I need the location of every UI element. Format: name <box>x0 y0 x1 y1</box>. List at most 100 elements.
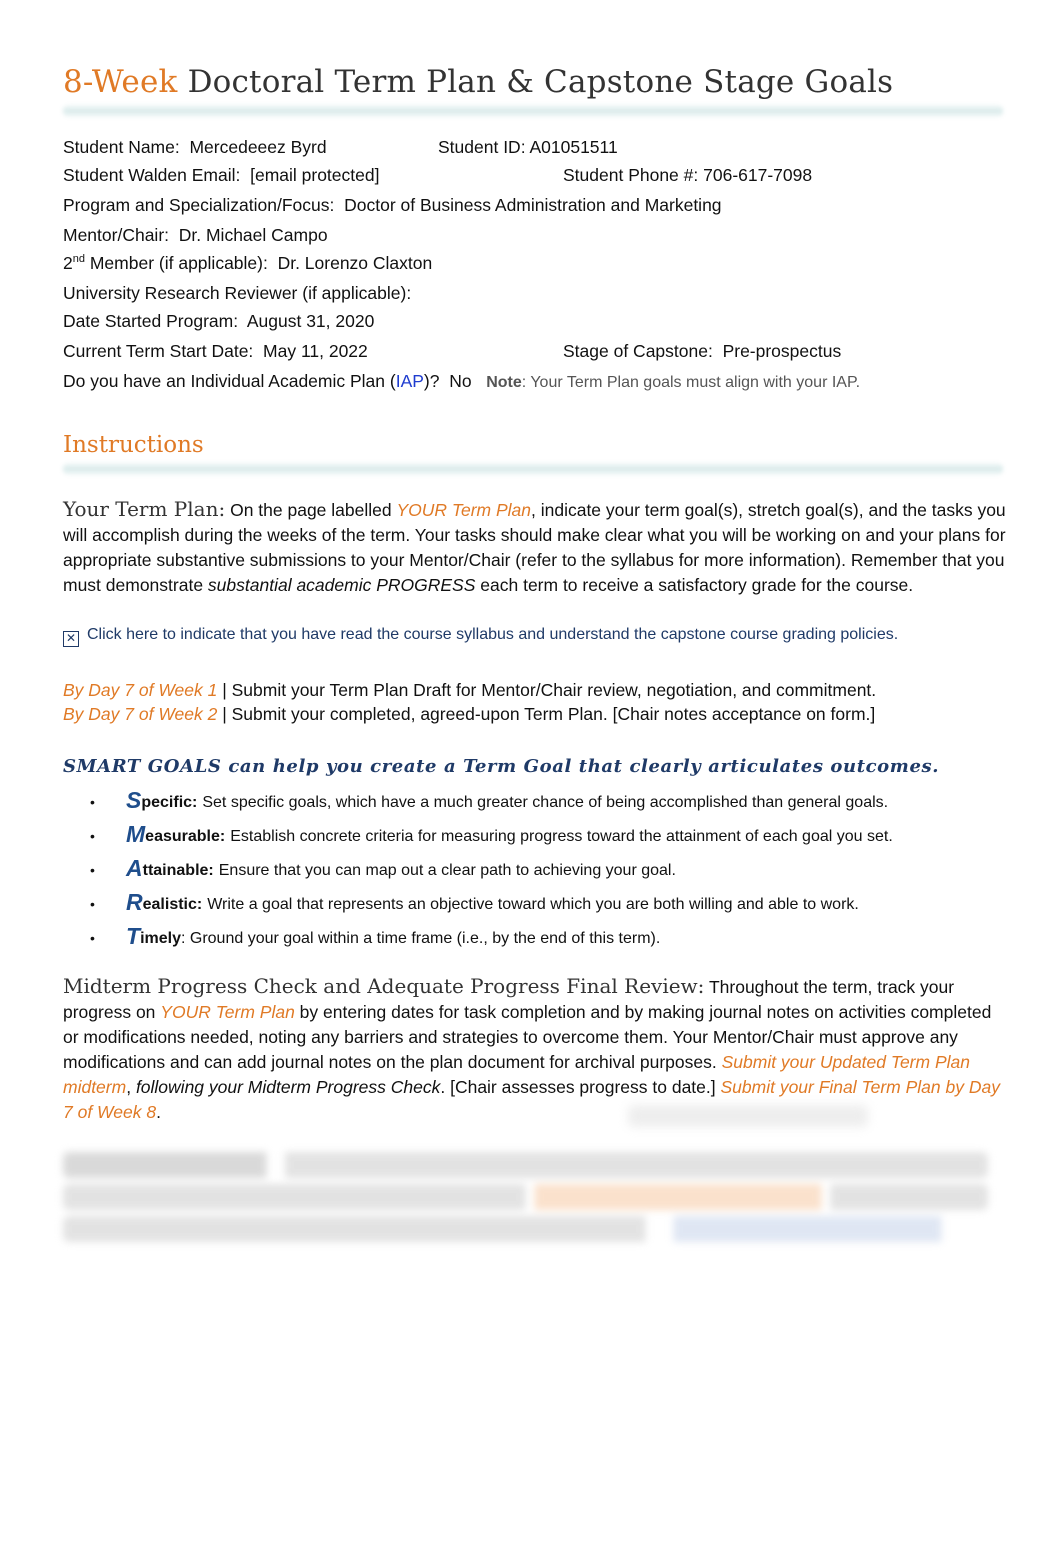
student-email-field: Student Walden Email: [email protected] <box>63 165 379 186</box>
smart-description: Write a goal that represents an objectiv… <box>207 896 859 913</box>
instructions-divider <box>63 462 1003 476</box>
page-title: 8-Week Doctoral Term Plan & Capstone Sta… <box>63 64 893 100</box>
mentor-value: Dr. Michael Campo <box>178 225 328 245</box>
research-reviewer-field: University Research Reviewer (if applica… <box>63 283 411 304</box>
smart-description: Set specific goals, which have a much gr… <box>202 794 889 811</box>
iap-note: Note: Your Term Plan goals must align wi… <box>486 374 860 391</box>
iap-question-end: )? <box>423 371 440 391</box>
title-divider <box>63 104 1003 118</box>
capstone-stage-field: Stage of Capstone: Pre-prospectus <box>563 341 841 362</box>
smart-goals-heading: SMART GOALS can help you create a Term G… <box>63 756 940 777</box>
student-phone-value: 706-617-7098 <box>703 165 813 185</box>
bullet-icon: • <box>90 828 95 844</box>
student-id-value: A01051511 <box>529 137 618 157</box>
term-start-field: Current Term Start Date: May 11, 2022 <box>63 341 368 362</box>
iap-value: No <box>449 371 472 391</box>
midterm-lead: Midterm Progress Check and Adequate Prog… <box>63 974 705 998</box>
date-started-label: Date Started Program: <box>63 311 239 331</box>
note-label: Note <box>486 374 522 391</box>
student-email-value: [email protected] <box>250 165 380 185</box>
your-term-plan-link[interactable]: YOUR Term Plan <box>396 500 531 520</box>
midterm-emphasis: following your Midterm Progress Check <box>135 1077 441 1097</box>
term-plan-text-3: each term to receive a satisfactory grad… <box>475 575 914 595</box>
capstone-stage-label: Stage of Capstone: <box>563 341 713 361</box>
date-started-value: August 31, 2020 <box>246 311 375 331</box>
mentor-field: Mentor/Chair: Dr. Michael Campo <box>63 225 328 246</box>
bullet-icon: • <box>90 862 95 878</box>
iap-link[interactable]: IAP <box>396 371 424 391</box>
title-rest: Doctoral Term Plan & Capstone Stage Goal… <box>187 64 894 100</box>
term-plan-paragraph: Your Term Plan: On the page labelled YOU… <box>63 497 1008 598</box>
bullet-icon: • <box>90 794 95 810</box>
syllabus-acknowledgement[interactable]: ✕ Click here to indicate that you have re… <box>63 626 898 647</box>
midterm-text-5: . <box>156 1102 161 1122</box>
term-start-label: Current Term Start Date: <box>63 341 254 361</box>
deadline-week-1: By Day 7 of Week 1 | Submit your Term Pl… <box>63 680 876 701</box>
second-member-label: Member (if applicable): <box>89 253 268 273</box>
second-member-ordinal: 2 <box>63 253 73 273</box>
smart-term: pecific: <box>141 794 198 811</box>
smart-term: ealistic: <box>142 896 203 913</box>
mentor-label: Mentor/Chair: <box>63 225 170 245</box>
smart-item-realistic: • Realistic: Write a goal that represents … <box>90 880 893 914</box>
obscured-text-chip <box>628 1105 868 1127</box>
deadline-separator: | <box>217 704 232 724</box>
smart-goals-list: • Specific: Set specific goals, which have… <box>90 778 893 948</box>
bullet-icon: • <box>90 896 95 912</box>
smart-term: imely <box>140 930 181 947</box>
smart-item-timely: • Timely: Ground your goal within a time … <box>90 914 893 948</box>
deadline-week-2: By Day 7 of Week 2 | Submit your complet… <box>63 704 875 725</box>
program-field: Program and Specialization/Focus: Doctor… <box>63 195 722 216</box>
your-term-plan-link[interactable]: YOUR Term Plan <box>160 1002 295 1022</box>
checkbox-checked-icon[interactable]: ✕ <box>63 631 79 647</box>
deadline-what: Submit your Term Plan Draft for Mentor/C… <box>231 680 877 700</box>
term-start-value: May 11, 2022 <box>263 341 368 361</box>
smart-term: ttainable: <box>142 862 214 879</box>
second-member-value: Dr. Lorenzo Claxton <box>277 253 433 273</box>
student-phone-field: Student Phone #: 706-617-7098 <box>563 165 812 186</box>
term-plan-lead: Your Term Plan: <box>63 497 226 521</box>
smart-letter: M <box>126 821 146 847</box>
smart-description: Ensure that you can map out a clear path… <box>218 862 676 879</box>
smart-item-attainable: • Attainable: Ensure that you can map out … <box>90 846 893 880</box>
obscured-line <box>63 1184 988 1210</box>
student-name-field: Student Name: Mercedeeez Byrd <box>63 137 327 158</box>
midterm-paragraph: Midterm Progress Check and Adequate Prog… <box>63 974 1008 1125</box>
smart-description: Establish concrete criteria for measurin… <box>230 828 893 845</box>
smart-letter: A <box>126 855 143 881</box>
title-accent: 8-Week <box>63 64 178 100</box>
student-email-label: Student Walden Email: <box>63 165 241 185</box>
bullet-icon: • <box>90 930 95 946</box>
obscured-line <box>63 1152 988 1178</box>
smart-letter: R <box>126 889 143 915</box>
note-text: : Your Term Plan goals must align with y… <box>521 374 861 391</box>
student-id-field: Student ID: A01051511 <box>438 137 618 158</box>
iap-field: Do you have an Individual Academic Plan … <box>63 371 860 392</box>
second-member-ordinal-suffix: nd <box>72 253 85 266</box>
obscured-line <box>63 1216 988 1242</box>
deadline-when: By Day 7 of Week 2 <box>63 704 218 724</box>
program-value: Doctor of Business Administration and Ma… <box>344 195 722 215</box>
smart-description: : Ground your goal within a time frame (… <box>180 930 661 947</box>
capstone-stage-value: Pre-prospectus <box>722 341 842 361</box>
student-name-label: Student Name: <box>63 137 180 157</box>
deadline-what: Submit your completed, agreed-upon Term … <box>231 704 876 724</box>
deadline-separator: | <box>217 680 232 700</box>
student-id-label: Student ID: <box>438 137 526 157</box>
program-label: Program and Specialization/Focus: <box>63 195 335 215</box>
iap-question: Do you have an Individual Academic Plan … <box>63 371 396 391</box>
smart-letter: T <box>126 923 141 949</box>
instructions-heading: Instructions <box>63 432 204 458</box>
syllabus-acknowledgement-label: Click here to indicate that you have rea… <box>87 626 899 643</box>
term-plan-text-1: On the page labelled <box>225 500 397 520</box>
smart-item-specific: • Specific: Set specific goals, which have… <box>90 778 893 812</box>
date-started-field: Date Started Program: August 31, 2020 <box>63 311 374 332</box>
student-name-value: Mercedeeez Byrd <box>189 137 327 157</box>
obscured-capstone-section <box>63 1152 988 1242</box>
term-plan-emphasis: substantial academic PROGRESS <box>207 575 476 595</box>
student-phone-label: Student Phone #: <box>563 165 699 185</box>
deadline-when: By Day 7 of Week 1 <box>63 680 218 700</box>
second-member-field: 2nd Member (if applicable): Dr. Lorenzo … <box>63 253 432 274</box>
midterm-text-4: . [Chair assesses progress to date.] <box>440 1077 721 1097</box>
smart-term: easurable: <box>145 828 226 845</box>
